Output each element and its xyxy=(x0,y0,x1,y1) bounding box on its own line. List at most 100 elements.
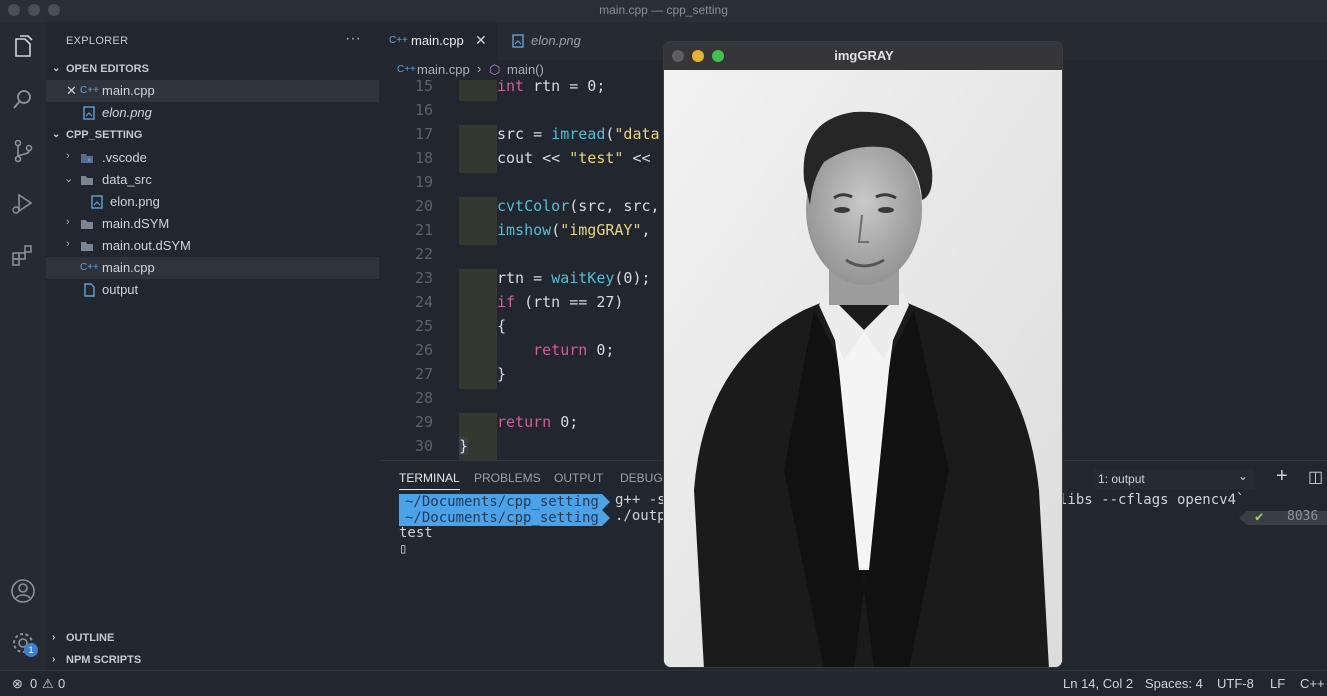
terminal-output: test xyxy=(399,525,433,541)
chevron-right-icon: › xyxy=(66,150,70,162)
code-token: int xyxy=(497,80,525,95)
open-editor-item[interactable]: ✕ C++ main.cpp xyxy=(46,80,379,102)
code-token: } xyxy=(459,437,469,455)
code-token: , xyxy=(641,221,651,239)
image-file-icon xyxy=(82,106,96,120)
source-control-icon[interactable] xyxy=(10,138,36,164)
tab-output[interactable]: OUTPUT xyxy=(554,471,603,485)
line-number: 20 xyxy=(414,197,433,215)
line-number: 25 xyxy=(414,317,433,335)
image-window[interactable]: imgGRAY xyxy=(663,41,1063,668)
code-token: waitKey xyxy=(551,269,615,287)
line-number: 24 xyxy=(414,293,433,311)
line-number: 17 xyxy=(414,125,433,143)
image-file-icon xyxy=(511,34,525,51)
error-count[interactable]: 0 xyxy=(30,676,37,691)
indentation[interactable]: Spaces: 4 xyxy=(1145,676,1203,691)
code-text: if (rtn == 27) xyxy=(497,293,623,311)
tab-terminal[interactable]: TERMINAL xyxy=(399,471,460,490)
cpp-file-icon: C++ xyxy=(80,85,99,96)
code-text: return 0; xyxy=(497,341,614,359)
encoding[interactable]: UTF-8 xyxy=(1217,676,1254,691)
code-token: 0; xyxy=(587,341,615,359)
tree-item-elon-png[interactable]: elon.png xyxy=(46,191,379,213)
breadcrumb-file[interactable]: main.cpp xyxy=(417,62,470,77)
code-token: } xyxy=(497,365,507,383)
code-token: rtn = xyxy=(497,269,552,287)
account-icon[interactable] xyxy=(10,578,36,604)
code-token: cvtColor xyxy=(497,197,570,215)
tree-item-main-dsym[interactable]: › main.dSYM xyxy=(46,213,379,235)
warning-count[interactable]: 0 xyxy=(58,676,65,691)
explorer-sidebar: EXPLORER ··· ⌄ OPEN EDITORS ✕ C++ main.c… xyxy=(46,22,379,670)
grayscale-portrait-image xyxy=(664,70,1062,667)
extensions-icon[interactable] xyxy=(10,242,36,268)
tree-item-main-out-dsym[interactable]: › main.out.dSYM xyxy=(46,235,379,257)
image-window-title: imgGRAY xyxy=(834,48,894,63)
split-terminal-button[interactable]: ◫ xyxy=(1308,467,1323,487)
indent-guide xyxy=(459,341,497,365)
indent-guide xyxy=(459,365,497,389)
open-editor-item[interactable]: elon.png xyxy=(46,102,379,124)
tab-main-cpp[interactable]: C++ main.cpp ✕ xyxy=(379,22,497,60)
chevron-right-icon: › xyxy=(66,216,70,228)
code-token: if xyxy=(497,293,516,311)
search-icon[interactable] xyxy=(10,86,36,112)
explorer-more-button[interactable]: ··· xyxy=(345,30,361,48)
code-text: src = imread("data xyxy=(497,125,660,143)
line-number: 19 xyxy=(414,173,433,191)
project-section[interactable]: ⌄ CPP_SETTING xyxy=(46,125,379,147)
terminal-prompt: ~/Documents/cpp_setting xyxy=(399,510,602,526)
line-ending[interactable]: LF xyxy=(1270,676,1285,691)
code-token: { xyxy=(497,317,507,335)
code-text: cout << "test" << xyxy=(497,149,651,167)
indent-guide xyxy=(459,149,497,173)
tab-problems[interactable]: PROBLEMS xyxy=(474,471,541,485)
tree-item-vscode[interactable]: › .vscode xyxy=(46,147,379,169)
line-number: 15 xyxy=(414,80,433,95)
tab-elon-png[interactable]: elon.png xyxy=(497,22,617,60)
title-bar: main.cpp — cpp_setting xyxy=(0,0,1327,22)
run-debug-icon[interactable] xyxy=(10,190,36,216)
activity-bar: 1 xyxy=(0,22,46,670)
open-editors-section[interactable]: ⌄ OPEN EDITORS xyxy=(46,59,379,81)
warning-icon[interactable]: ⚠ xyxy=(42,676,54,692)
code-token: return xyxy=(497,341,588,359)
indent-guide xyxy=(459,293,497,317)
add-terminal-button[interactable]: + xyxy=(1276,465,1288,488)
line-number: 27 xyxy=(414,365,433,383)
terminal-cursor[interactable]: ▯ xyxy=(399,541,407,557)
npm-scripts-section[interactable]: › NPM SCRIPTS xyxy=(46,650,379,672)
status-bar: ⊗ 0 ⚠ 0 Ln 14, Col 2 Spaces: 4 UTF-8 LF … xyxy=(0,670,1327,696)
language-mode[interactable]: C++ xyxy=(1300,676,1325,691)
code-text: cvtColor(src, src, xyxy=(497,197,660,215)
close-tab-icon[interactable]: ✕ xyxy=(475,32,487,49)
line-number: 22 xyxy=(414,245,433,263)
image-window-titlebar[interactable]: imgGRAY xyxy=(664,42,1062,70)
check-icon: ✔ xyxy=(1255,509,1264,525)
line-number: 21 xyxy=(414,221,433,239)
cursor-position[interactable]: Ln 14, Col 2 xyxy=(1063,676,1133,691)
cpp-file-icon: C++ xyxy=(389,35,408,46)
image-file-icon xyxy=(90,195,104,209)
tree-item-main-cpp[interactable]: C++ main.cpp xyxy=(46,257,379,279)
tree-item-data-src[interactable]: ⌄ data_src xyxy=(46,169,379,191)
line-number: 30 xyxy=(414,437,433,455)
tree-item-output[interactable]: output xyxy=(46,279,379,301)
code-token: "test" xyxy=(569,149,624,167)
code-text: } xyxy=(459,437,469,455)
indent-guide xyxy=(459,269,497,293)
code-token: imread xyxy=(551,125,606,143)
line-number: 16 xyxy=(414,101,433,119)
line-number: 28 xyxy=(414,389,433,407)
files-icon[interactable] xyxy=(10,34,36,60)
breadcrumb-symbol[interactable]: main() xyxy=(507,62,544,77)
terminal-select[interactable]: 1: output ⌄ xyxy=(1094,469,1254,489)
close-editor-icon[interactable]: ✕ xyxy=(66,83,77,99)
tab-debug[interactable]: DEBUG xyxy=(620,471,663,485)
code-token: 0; xyxy=(551,413,579,431)
file-icon xyxy=(82,283,96,297)
outline-section[interactable]: › OUTLINE xyxy=(46,628,379,650)
chevron-down-icon: ⌄ xyxy=(52,129,61,140)
errors-icon[interactable]: ⊗ xyxy=(12,676,23,692)
